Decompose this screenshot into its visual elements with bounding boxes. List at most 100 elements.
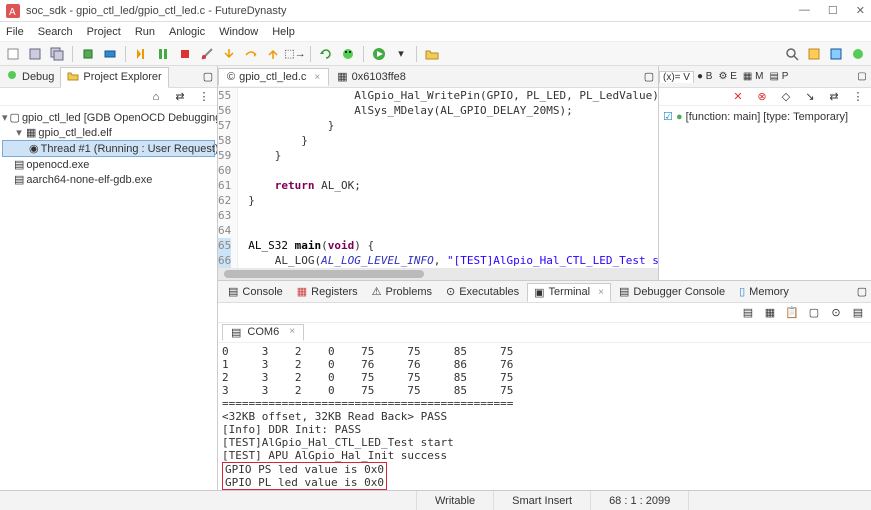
expressions-tab[interactable]: ⚙ E	[715, 71, 739, 82]
launch-icon: ▢	[10, 111, 20, 124]
instruction-step-icon[interactable]: ⬚→	[286, 45, 304, 63]
console-tab[interactable]: ▤Console	[222, 283, 289, 300]
build-icon[interactable]	[79, 45, 97, 63]
exe-icon: ▤	[14, 173, 24, 186]
term-clear-icon[interactable]: ▦	[761, 304, 779, 322]
memory-tab[interactable]: ▯Memory	[733, 283, 795, 300]
bug-icon	[6, 69, 18, 84]
vars-menu-icon[interactable]: ⋮	[849, 88, 867, 106]
tab-close-icon[interactable]: ×	[598, 287, 604, 298]
left-pane: Debug Project Explorer ▢ ⌂ ⇄ ⋮ ▾▢ gpio_c…	[0, 66, 218, 490]
app-icon: A	[6, 4, 20, 18]
debug-perspective-icon[interactable]	[849, 45, 867, 63]
project-explorer-tab[interactable]: Project Explorer	[60, 67, 168, 88]
code-editor[interactable]: 5556575859606162636465666768 AlGpio_Hal_…	[218, 88, 658, 268]
menu-anlogic[interactable]: Anlogic	[169, 26, 205, 38]
editor-tab-source[interactable]: © gpio_ctl_led.c ×	[218, 68, 329, 86]
stop-icon[interactable]	[176, 45, 194, 63]
skip-icon[interactable]: ◇	[777, 88, 795, 106]
terminal-tab[interactable]: ▣Terminal×	[527, 283, 611, 302]
executables-tab[interactable]: ⊙Executables	[440, 283, 525, 300]
home-icon[interactable]: ⌂	[147, 88, 165, 106]
term-new-icon[interactable]: ▤	[739, 304, 757, 322]
vars-row[interactable]: ☑ ● [function: main] [type: Temporary]	[663, 110, 867, 123]
menu-run[interactable]: Run	[135, 26, 155, 38]
registers-tab[interactable]: ▦Registers	[291, 283, 364, 300]
resume-icon[interactable]	[132, 45, 150, 63]
breakpoints-tab[interactable]: ● B	[694, 71, 716, 82]
vars-min-icon[interactable]: ▢	[853, 68, 871, 86]
tree-elf[interactable]: ▾▦ gpio_ctl_led.elf	[2, 125, 215, 140]
perspective-icon[interactable]	[805, 45, 823, 63]
perspective2-icon[interactable]	[827, 45, 845, 63]
term-copy-icon[interactable]: 📋	[783, 304, 801, 322]
link-icon[interactable]: ⇄	[825, 88, 843, 106]
thread-icon: ◉	[29, 142, 39, 155]
menu-help[interactable]: Help	[272, 26, 295, 38]
toggle-icon[interactable]	[101, 45, 119, 63]
pane-minimize-icon[interactable]: ▢	[199, 68, 217, 86]
binary-icon: ▦	[337, 70, 347, 83]
exe-icon: ▤	[14, 158, 24, 171]
tree-thread[interactable]: ◉ Thread #1 (Running : User Request)	[2, 140, 215, 157]
explorer-tab-label: Project Explorer	[83, 71, 161, 83]
term-scroll-icon[interactable]: ⊙	[827, 304, 845, 322]
editor-tab-disassembly[interactable]: ▦ 0x6103ffe8	[329, 68, 414, 85]
menu-icon[interactable]: ⋮	[195, 88, 213, 106]
open-folder-icon[interactable]	[423, 45, 441, 63]
editor-pane: © gpio_ctl_led.c × ▦ 0x6103ffe8 ▢ 555657…	[218, 66, 659, 280]
modules-tab[interactable]: ▦ M	[740, 71, 767, 82]
pause-icon[interactable]	[154, 45, 172, 63]
save-all-icon[interactable]	[48, 45, 66, 63]
peripherals-tab[interactable]: ▤ P	[766, 71, 791, 82]
tab-close-icon[interactable]: ×	[289, 326, 295, 339]
terminal-icon: ▣	[534, 286, 544, 299]
goto-icon[interactable]: ↘	[801, 88, 819, 106]
step-into-icon[interactable]	[220, 45, 238, 63]
editor-hscrollbar[interactable]	[218, 268, 658, 280]
close-icon[interactable]: ✕	[856, 4, 865, 17]
debug-tab-label: Debug	[22, 71, 54, 83]
folder-icon	[67, 70, 79, 85]
step-over-icon[interactable]	[242, 45, 260, 63]
editor-max-icon[interactable]: ▢	[640, 68, 658, 86]
tab-close-icon[interactable]: ×	[314, 72, 320, 83]
terminal-output[interactable]: 0 3 2 0 75 75 85 75 1 3 2 0 76 76 86 76 …	[218, 343, 871, 490]
menu-project[interactable]: Project	[87, 26, 121, 38]
variables-tab[interactable]: (x)= V	[659, 71, 694, 83]
restart-icon[interactable]	[317, 45, 335, 63]
save-icon[interactable]	[26, 45, 44, 63]
com-port-tab[interactable]: ▤ COM6 ×	[222, 324, 304, 341]
maximize-icon[interactable]: ☐	[828, 4, 838, 17]
console-icon: ▤	[228, 285, 238, 298]
debug-icon[interactable]	[339, 45, 357, 63]
step-return-icon[interactable]	[264, 45, 282, 63]
sync-icon[interactable]: ⇄	[171, 88, 189, 106]
term-paste-icon[interactable]: ▢	[805, 304, 823, 322]
memory-icon: ▯	[739, 285, 745, 298]
remove-all-icon[interactable]: ⊗	[753, 88, 771, 106]
main-toolbar: ⬚→ ▾	[0, 42, 871, 66]
tree-launch[interactable]: ▾▢ gpio_ctl_led [GDB OpenOCD Debugging]	[2, 110, 215, 125]
menu-window[interactable]: Window	[219, 26, 258, 38]
remove-icon[interactable]: ✕	[729, 88, 747, 106]
debug-view-tab[interactable]: Debug	[0, 67, 60, 86]
disconnect-icon[interactable]	[198, 45, 216, 63]
debugger-console-tab[interactable]: ▤Debugger Console	[613, 283, 731, 300]
chip-icon: ▦	[26, 126, 36, 139]
tree-gdb[interactable]: ▤ aarch64-none-elf-gdb.exe	[2, 172, 215, 187]
dbg-console-icon: ▤	[619, 285, 629, 298]
svg-text:A: A	[9, 7, 16, 18]
variables-pane: (x)= V ● B ⚙ E ▦ M ▤ P ▢ ✕ ⊗ ◇ ↘ ⇄ ⋮	[659, 66, 871, 280]
bottom-max-icon[interactable]: ▢	[853, 283, 871, 301]
term-pin-icon[interactable]: ▤	[849, 304, 867, 322]
problems-tab[interactable]: ⚠Problems	[366, 283, 438, 300]
menu-file[interactable]: File	[6, 26, 24, 38]
new-icon[interactable]	[4, 45, 22, 63]
run-icon[interactable]	[370, 45, 388, 63]
menu-search[interactable]: Search	[38, 26, 73, 38]
search-icon[interactable]	[783, 45, 801, 63]
tree-openocd[interactable]: ▤ openocd.exe	[2, 157, 215, 172]
dropdown-icon[interactable]: ▾	[392, 45, 410, 63]
minimize-icon[interactable]: —	[799, 4, 810, 17]
